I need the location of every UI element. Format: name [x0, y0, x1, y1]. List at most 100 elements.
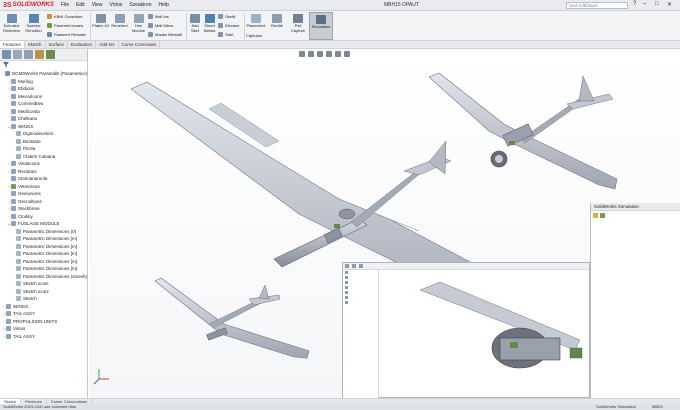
tree-item-label: Geeiunions	[18, 191, 41, 197]
tree-item[interactable]: Parametric Dimensions [m]	[0, 265, 87, 273]
extrude-icon	[6, 14, 17, 23]
hole-module-button[interactable]: Hoe Module	[130, 14, 147, 33]
property-manager-icon[interactable]	[13, 50, 22, 59]
tab-add-ins[interactable]: Add-Ins	[96, 41, 119, 48]
placement-button[interactable]: Placement	[246, 14, 266, 29]
simulation-run-icon[interactable]	[600, 213, 605, 218]
extruded-boss-button[interactable]: Exbuded Renlution	[1, 14, 22, 33]
tree-item[interactable]: Clatem Coleana	[0, 153, 87, 161]
tab-curve-commands[interactable]: Curve Commaeis	[119, 41, 161, 48]
tree-item-label: Picsta	[23, 146, 36, 152]
tree-item[interactable]: DCMSWorks Paramalls (Pasametico)	[0, 70, 87, 78]
tree-item-label: Clatem Coleana	[23, 153, 56, 159]
make-material-command[interactable]: Maake Mleslatf	[148, 32, 182, 37]
inset-assembly-window[interactable]	[342, 262, 590, 398]
tab-evaluation[interactable]: Evaluation	[68, 41, 97, 48]
lower-drone-model[interactable]	[154, 277, 310, 359]
tab-surface[interactable]: Surface	[46, 41, 69, 48]
close-icon[interactable]: ✕	[667, 1, 672, 8]
inset-tree-item[interactable]	[343, 300, 378, 305]
tree-item[interactable]: › TAIL ASSY	[0, 310, 87, 318]
tree-item[interactable]: › Vindacions	[0, 160, 87, 168]
upper-drone-model[interactable]	[428, 72, 618, 190]
tree-item[interactable]: › Steckbrere	[0, 205, 87, 213]
minimize-icon[interactable]: –	[643, 1, 646, 7]
tree-item[interactable]: Chelkana	[0, 115, 87, 123]
tree-item[interactable]: Bestante	[0, 138, 87, 146]
tree-item-label: Vetremena	[18, 183, 40, 189]
dimxpert-icon[interactable]	[35, 50, 44, 59]
revtatie-command[interactable]: Paaseert Revtatie	[47, 32, 86, 37]
tree-item[interactable]: Sketch	[0, 295, 87, 303]
tree-item[interactable]: Digmodecetors	[0, 130, 87, 138]
tree-item[interactable]: › Mevvoloons	[0, 93, 87, 101]
tree-item[interactable]: ⌄ WINGS	[0, 123, 87, 131]
inset-tool-icon[interactable]	[345, 264, 349, 268]
revolve-icon	[47, 32, 52, 37]
menu-file[interactable]: File	[61, 2, 69, 8]
parameter-lenses-command[interactable]: Paramert lenses	[47, 23, 83, 28]
simulation-button[interactable]: Simulation	[309, 12, 333, 40]
feature-tree-icon[interactable]	[2, 50, 11, 59]
connection-command[interactable]: KBHI Conection	[47, 14, 82, 19]
plates-button[interactable]: Plates 40	[92, 14, 109, 29]
tree-item[interactable]: ⌄ FUSLAGE MODULE	[0, 220, 87, 228]
tree-item[interactable]: Parametric Dimensions (smesh)	[0, 273, 87, 281]
elevane-command[interactable]: Elevane	[218, 23, 239, 28]
placement-icon	[251, 14, 261, 23]
tree-item[interactable]: Sketch icon2	[0, 288, 87, 296]
inset-tool-icon[interactable]	[359, 264, 363, 268]
configuration-icon[interactable]	[24, 50, 33, 59]
help-icon[interactable]: ?	[633, 1, 636, 7]
tree-item[interactable]: Parametric Dimensions [m]	[0, 250, 87, 258]
solidworks-logo[interactable]: 3S SOLIDWORKS	[3, 2, 57, 9]
tree-item[interactable]: › Morling	[0, 78, 87, 86]
tree-item[interactable]: › Cloitiny	[0, 213, 87, 221]
tree-item[interactable]: Mediconita	[0, 108, 87, 116]
tree-item[interactable]: Oinimanarnnla	[0, 175, 87, 183]
tree-item[interactable]: Geeiunions	[0, 190, 87, 198]
mall-minrs-command[interactable]: Mall Minrs	[148, 23, 173, 28]
tree-item[interactable]: Parametric Dimensions [m]	[0, 243, 87, 251]
capture-button[interactable]: Pell Capture	[288, 14, 308, 33]
revlitri-icon	[272, 14, 282, 23]
tree-filter[interactable]	[0, 61, 87, 69]
tab-sketch[interactable]: Sketch	[25, 41, 46, 48]
mall-ins-command[interactable]: Mall Ins	[148, 14, 169, 19]
tree-item[interactable]: Parametric Dimensions [m]	[0, 258, 87, 266]
tab-features[interactable]: Features	[0, 41, 25, 48]
sheet-metals-button[interactable]: Sheet Metals	[202, 14, 217, 33]
menu-vntos[interactable]: Vntos	[109, 2, 122, 8]
tree-item[interactable]: › Vintos	[0, 325, 87, 333]
display-manager-icon[interactable]	[46, 50, 55, 59]
captures-command[interactable]: Captures	[246, 33, 262, 38]
inset-tool-icon[interactable]	[352, 264, 356, 268]
tree-item[interactable]: › Vetremena	[0, 183, 87, 191]
feature-icon	[16, 236, 21, 242]
swept-boss-button[interactable]: Swenke Renclticn	[23, 14, 44, 33]
tree-item[interactable]: Parametric Dimensions (0)	[0, 228, 87, 236]
tree-item[interactable]: › Gecnoltions	[0, 198, 87, 206]
search-input[interactable]: Sod Vdbbtaed	[566, 2, 628, 9]
menu-szeakiroo[interactable]: Szeakiroo	[129, 2, 151, 8]
tree-item[interactable]: › TAIL ASSY	[0, 333, 87, 341]
tree-item[interactable]: Commedties	[0, 100, 87, 108]
tree-item-label: Recistars	[18, 168, 37, 174]
tree-item[interactable]: › WINGS	[0, 303, 87, 311]
add-sketch-button[interactable]: Add Sket	[188, 14, 202, 33]
sketch-command[interactable]: Skeltt	[218, 14, 235, 19]
menu-help[interactable]: Help	[158, 2, 168, 8]
tree-item[interactable]: › Recistars	[0, 168, 87, 176]
tree-item[interactable]: Picsta	[0, 145, 87, 153]
revlitri-button[interactable]: Revlitri	[267, 14, 287, 29]
revolved-button[interactable]: Renelred	[110, 14, 129, 29]
tree-item[interactable]: › PROPULSION UNITS	[0, 318, 87, 326]
maximize-icon[interactable]: □	[655, 1, 659, 7]
start-command[interactable]: Start	[218, 32, 233, 37]
tree-item[interactable]: › Ebdions	[0, 85, 87, 93]
simulation-study-icon[interactable]	[593, 213, 598, 218]
tree-item[interactable]: Sketch icons	[0, 280, 87, 288]
menu-edit[interactable]: Edit	[76, 2, 85, 8]
tree-item[interactable]: Parametric Dimensions [m]	[0, 235, 87, 243]
menu-view[interactable]: View	[92, 2, 103, 8]
